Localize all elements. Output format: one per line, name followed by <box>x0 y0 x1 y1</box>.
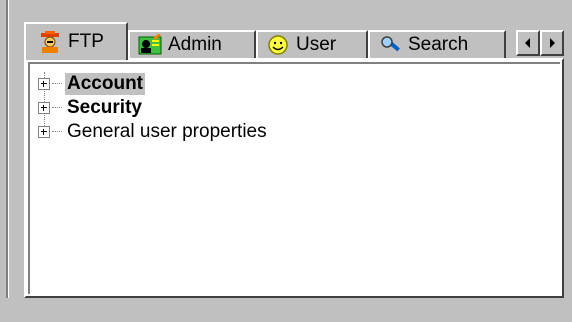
tab-ftp[interactable]: FTP <box>24 22 128 60</box>
expand-plus-icon[interactable] <box>38 78 50 90</box>
tree-node-label[interactable]: General user properties <box>65 121 269 143</box>
tab-search[interactable]: Search <box>368 30 506 58</box>
tab-user-label: User <box>296 34 337 55</box>
expand-plus-icon[interactable] <box>38 102 50 114</box>
tree-dotted-connector <box>52 83 62 85</box>
arrow-right-icon <box>550 38 555 48</box>
tree-dotted-connector <box>52 107 62 109</box>
tree: Account Security General user properties <box>36 72 269 144</box>
bottom-status-strip <box>0 298 572 322</box>
tab-admin-label: Admin <box>168 34 222 55</box>
tab-search-label: Search <box>408 34 469 55</box>
expand-plus-icon[interactable] <box>38 126 50 138</box>
tree-node-account[interactable]: Account <box>36 72 269 96</box>
tree-panel: Account Security General user properties <box>24 58 564 298</box>
tree-node-security[interactable]: Security <box>36 96 269 120</box>
arrow-left-icon <box>525 38 530 48</box>
tab-scroll-left-button[interactable] <box>516 30 540 56</box>
tree-view[interactable]: Account Security General user properties <box>28 62 560 294</box>
tab-user[interactable]: User <box>256 30 368 58</box>
tab-ftp-label: FTP <box>68 31 104 52</box>
magnifier-icon <box>378 34 402 56</box>
tree-dotted-connector <box>52 131 62 133</box>
tab-scroll-right-button[interactable] <box>540 30 564 56</box>
tab-scroll-buttons <box>516 30 564 56</box>
smiley-icon <box>266 34 290 56</box>
window-left-shadow <box>6 0 8 298</box>
tree-node-general-user-properties[interactable]: General user properties <box>36 120 269 144</box>
tree-node-label[interactable]: Security <box>65 97 144 119</box>
ftp-person-icon <box>38 31 62 53</box>
tab-admin[interactable]: Admin <box>128 30 256 58</box>
tab-strip: FTP Admin User Search <box>24 22 564 60</box>
admin-card-icon <box>138 33 162 56</box>
tree-node-label[interactable]: Account <box>65 73 145 95</box>
